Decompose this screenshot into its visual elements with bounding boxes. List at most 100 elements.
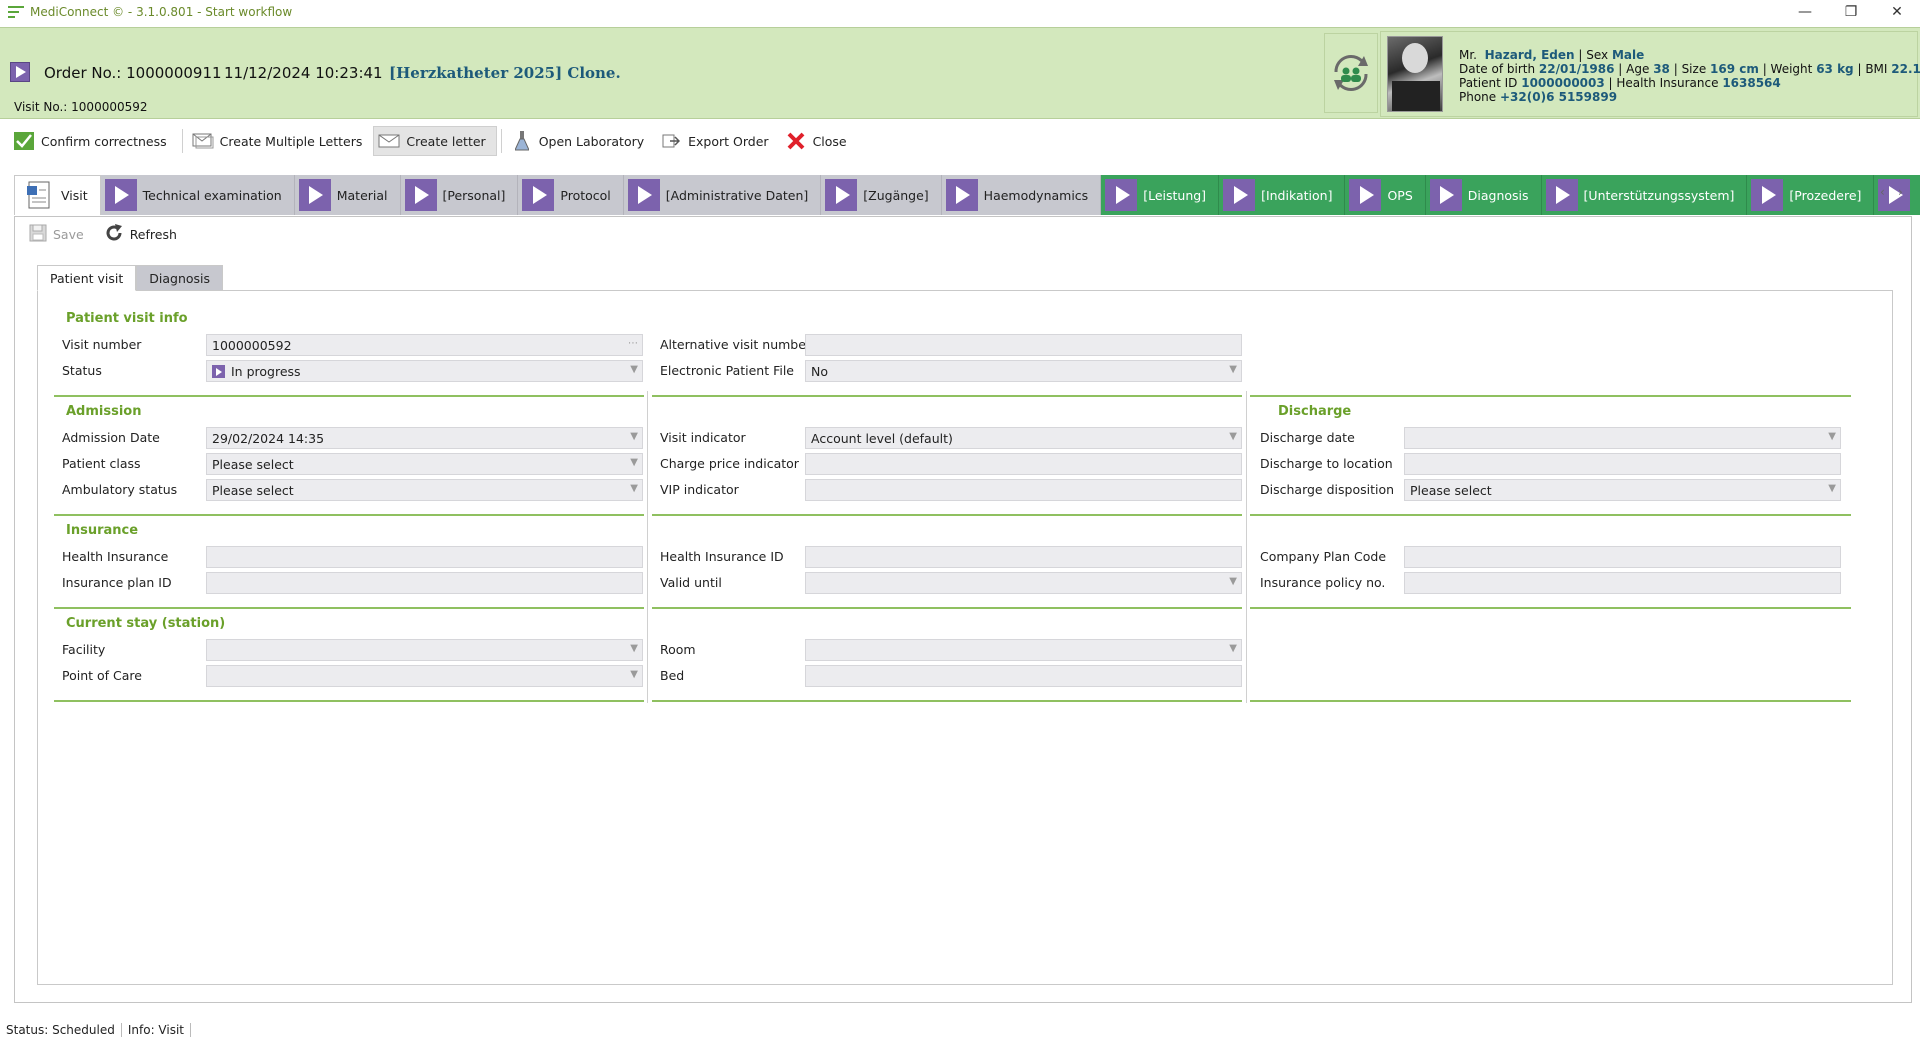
play-icon	[1223, 179, 1256, 211]
tab-administrative-daten[interactable]: [Administrative Daten]	[623, 175, 822, 215]
insurance-plan-id-field[interactable]	[206, 572, 643, 594]
discharge-disposition-select[interactable]: Please select ▼	[1404, 479, 1841, 501]
patient-class-select[interactable]: Please select ▼	[206, 453, 643, 475]
toolbar-divider	[500, 129, 502, 153]
tab-unterstuetzungssystem[interactable]: [Unterstützungssystem]	[1541, 175, 1748, 215]
point-of-care-select[interactable]: ▼	[206, 665, 643, 687]
tab-indikation[interactable]: [Indikation]	[1219, 175, 1346, 215]
play-icon	[1429, 179, 1462, 211]
tab-label: [Personal]	[442, 187, 506, 203]
insurance-policy-no-field[interactable]	[1404, 572, 1841, 594]
discharge-location-field[interactable]	[1404, 453, 1841, 475]
tab-prozedere[interactable]: [Prozedere]	[1747, 175, 1875, 215]
tab-diagnosis[interactable]: Diagnosis	[1425, 175, 1542, 215]
patient-dob: 22/01/1986	[1538, 62, 1615, 76]
tab-visit[interactable]: Visit	[14, 175, 101, 215]
confirm-correctness-button[interactable]: Confirm correctness	[8, 126, 178, 156]
floppy-disk-icon	[29, 224, 47, 245]
refresh-button[interactable]: Refresh	[100, 221, 187, 247]
play-icon	[404, 179, 437, 211]
admission-date-picker[interactable]: 29/02/2024 14:35 ▼	[206, 427, 643, 449]
status-divider	[120, 1023, 122, 1037]
room-select[interactable]: ▼	[805, 639, 1242, 661]
tab-personal[interactable]: [Personal]	[400, 175, 519, 215]
discharge-disposition-value: Please select	[1410, 483, 1492, 498]
status-text: Status: Scheduled	[6, 1023, 115, 1037]
vip-indicator-field[interactable]	[805, 479, 1242, 501]
tab-material[interactable]: Material	[294, 175, 401, 215]
order-play-icon[interactable]	[10, 62, 30, 82]
weight-label: Weight	[1770, 62, 1813, 76]
facility-select[interactable]: ▼	[206, 639, 643, 661]
section-divider	[1250, 395, 1851, 397]
minimize-icon[interactable]: —	[1782, 0, 1828, 24]
title-bar: MediConnect © - 3.1.0.801 - Start workfl…	[0, 0, 1920, 24]
discharge-location-label: Discharge to location	[1260, 456, 1393, 471]
vip-indicator-label: VIP indicator	[660, 482, 739, 497]
tab-leistung[interactable]: [Leistung]	[1101, 175, 1220, 215]
status-divider	[190, 1023, 191, 1037]
tabs-scroll-right-icon[interactable]: ›	[1898, 185, 1903, 199]
subtab-patient-visit[interactable]: Patient visit	[37, 265, 137, 291]
restore-icon[interactable]: ❐	[1828, 0, 1874, 24]
create-multiple-letters-button[interactable]: Create Multiple Letters	[187, 126, 374, 156]
tab-haemodynamics[interactable]: Haemodynamics	[941, 175, 1102, 215]
tab-protocol[interactable]: Protocol	[518, 175, 624, 215]
tab-ops[interactable]: OPS	[1345, 175, 1426, 215]
patient-weight: 63 kg	[1816, 62, 1854, 76]
main-toolbar: Confirm correctness Create Multiple Lett…	[0, 123, 1920, 159]
close-icon[interactable]: ✕	[1874, 0, 1920, 24]
save-button[interactable]: Save	[25, 221, 94, 247]
create-letter-button[interactable]: Create letter	[373, 126, 497, 156]
health-insurance-id-field[interactable]	[805, 546, 1242, 568]
patient-details: Mr. Hazard, Eden | Sex Male Date of birt…	[1459, 48, 1920, 104]
workflow-tabs: Visit Technical examination Material [Pe…	[14, 175, 1920, 215]
discharge-date-picker[interactable]: ▼	[1404, 427, 1841, 449]
visit-number-label: Visit number	[62, 337, 142, 352]
panel-toolbar: Save Refresh	[25, 221, 187, 247]
open-laboratory-button[interactable]: Open Laboratory	[506, 126, 655, 156]
play-icon	[104, 179, 137, 211]
confirm-correctness-label: Confirm correctness	[41, 133, 167, 149]
size-label: Size	[1681, 62, 1707, 76]
tabs-scroll-left-icon[interactable]: ‹	[1880, 185, 1885, 199]
section-divider	[652, 607, 1242, 609]
patient-id: 1000000003	[1521, 76, 1605, 90]
tab-label: OPS	[1387, 187, 1413, 203]
tab-technical-examination[interactable]: Technical examination	[100, 175, 295, 215]
room-label: Room	[660, 642, 696, 657]
bed-field[interactable]	[805, 665, 1242, 687]
status-select[interactable]: In progress ▼	[206, 360, 643, 382]
patient-name: Hazard, Eden	[1484, 48, 1575, 62]
patient-sync-button[interactable]	[1324, 33, 1378, 113]
epf-select[interactable]: No ▼	[805, 360, 1242, 382]
ambulatory-status-select[interactable]: Please select ▼	[206, 479, 643, 501]
visit-number-header: Visit No.: 1000000592	[14, 100, 148, 114]
sex-label: Sex	[1586, 48, 1609, 62]
subtab-diagnosis[interactable]: Diagnosis	[136, 265, 224, 291]
alt-visit-number-label: Alternative visit number	[660, 337, 812, 352]
visit-indicator-select[interactable]: Account level (default) ▼	[805, 427, 1242, 449]
admission-date-value: 29/02/2024 14:35	[212, 431, 325, 446]
tab-zugaenge[interactable]: [Zugänge]	[821, 175, 942, 215]
patient-size: 169 cm	[1710, 62, 1759, 76]
health-insurance-field[interactable]	[206, 546, 643, 568]
section-divider	[1250, 607, 1851, 609]
visit-number-field[interactable]: 1000000592 ⋯	[206, 334, 643, 356]
close-order-button[interactable]: Close	[780, 126, 858, 156]
section-current-stay: Current stay (station)	[66, 616, 226, 631]
checkmark-icon	[13, 132, 35, 150]
patient-age: 38	[1653, 62, 1670, 76]
section-admission: Admission	[66, 404, 142, 419]
charge-price-indicator-field[interactable]	[805, 453, 1242, 475]
visit-panel: Save Refresh Patient visit Diagnosis Pat…	[14, 216, 1912, 1003]
company-plan-code-field[interactable]	[1404, 546, 1841, 568]
envelope-icon	[378, 132, 400, 150]
alt-visit-number-field[interactable]	[805, 334, 1242, 356]
export-order-label: Export Order	[688, 133, 769, 149]
play-icon	[522, 179, 555, 211]
section-divider	[54, 514, 644, 516]
section-divider	[1250, 700, 1851, 702]
valid-until-picker[interactable]: ▼	[805, 572, 1242, 594]
export-order-button[interactable]: Export Order	[655, 126, 779, 156]
